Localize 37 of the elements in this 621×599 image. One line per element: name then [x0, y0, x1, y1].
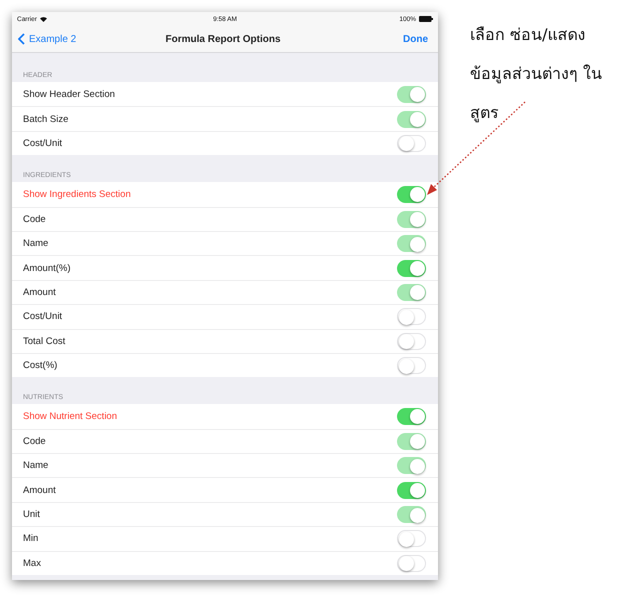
- toggle-switch[interactable]: [397, 134, 426, 152]
- option-label: Cost/Unit: [23, 138, 62, 149]
- option-label: Unit: [23, 509, 40, 520]
- annotation-text: ข้อมูลส่วนต่างๆ ใน: [470, 63, 602, 86]
- toggle-switch[interactable]: [397, 530, 426, 548]
- section-toggle-label: Show Ingredients Section: [23, 188, 131, 200]
- toggle-switch[interactable]: [397, 260, 426, 277]
- option-label: Name: [23, 238, 48, 250]
- option-label: Code: [23, 436, 46, 447]
- option-label: Code: [23, 214, 46, 225]
- annotation-text: สูตร: [470, 102, 500, 124]
- toggle-switch[interactable]: [397, 554, 426, 572]
- toggle-switch[interactable]: [397, 186, 426, 203]
- option-label: Cost(%): [23, 360, 58, 372]
- toggle-switch[interactable]: [397, 332, 426, 350]
- chevron-left-icon: [18, 33, 25, 45]
- option-label: Amount: [23, 286, 56, 298]
- wifi-icon: [40, 16, 47, 22]
- option-label: Min: [23, 533, 38, 544]
- toggle-switch[interactable]: [397, 482, 426, 499]
- battery-icon: [419, 16, 433, 22]
- annotation-text: เลือก ซ่อน/แสดง: [470, 24, 586, 46]
- option-label: Show Header Section: [23, 88, 115, 100]
- section-toggle-label: Show Nutrient Section: [23, 410, 117, 422]
- option-label: Batch Size: [23, 114, 68, 125]
- done-button[interactable]: Done: [403, 34, 428, 44]
- back-button[interactable]: Example 2: [18, 33, 76, 45]
- screen-title: Formula Report Options: [166, 34, 280, 44]
- option-label: Total Cost: [23, 336, 66, 347]
- option-label: Amount(%): [23, 262, 71, 274]
- toggle-switch[interactable]: [397, 308, 426, 326]
- option-label: Cost/Unit: [23, 311, 62, 322]
- toggle-switch[interactable]: [397, 357, 426, 374]
- option-label: Name: [23, 460, 48, 472]
- option-label: Max: [23, 558, 41, 569]
- toggle-switch[interactable]: [397, 408, 426, 425]
- option-label: Amount: [23, 484, 56, 496]
